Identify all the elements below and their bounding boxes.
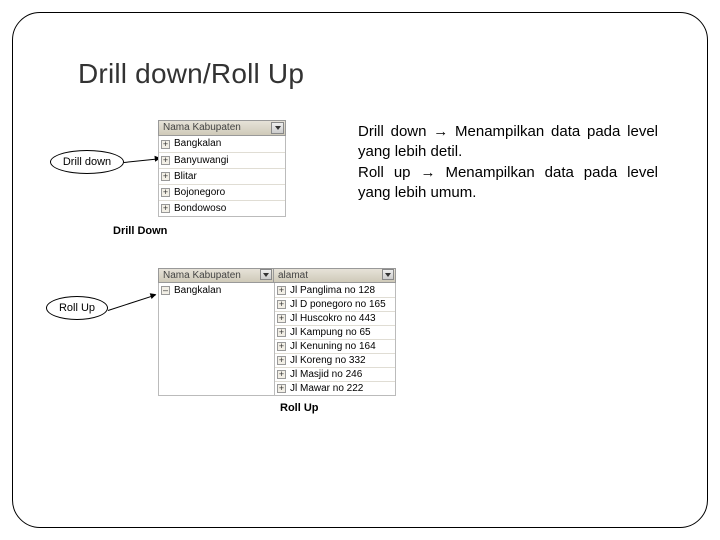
table-row[interactable]: + Bojonegoro — [159, 184, 285, 200]
table-row[interactable]: + Jl Kenuning no 164 — [275, 339, 395, 353]
cell-value: Blitar — [174, 172, 197, 182]
table-row[interactable]: + Jl Panglima no 128 — [275, 283, 395, 297]
table-row[interactable]: + Bondowoso — [159, 200, 285, 216]
cell-value: Jl D ponegoro no 165 — [290, 299, 386, 310]
plus-icon[interactable]: + — [161, 140, 170, 149]
cell-value: Jl Kenuning no 164 — [290, 341, 376, 352]
plus-icon[interactable]: + — [277, 342, 286, 351]
page-title: Drill down/Roll Up — [78, 58, 304, 90]
table-row[interactable]: + Banyuwangi — [159, 152, 285, 168]
plus-icon[interactable]: + — [277, 356, 286, 365]
callout-rollup: Roll Up — [46, 296, 108, 320]
caption-drilldown: Drill Down — [113, 225, 167, 237]
table-rollup-header-2: alamat — [274, 268, 396, 283]
callout-rollup-label: Roll Up — [59, 302, 95, 314]
table-row[interactable]: – Bangkalan — [159, 283, 274, 297]
plus-icon[interactable]: + — [277, 286, 286, 295]
table-rollup-header-1: Nama Kabupaten — [158, 268, 274, 283]
cell-value: Jl Masjid no 246 — [290, 369, 362, 380]
cell-value: Bangkalan — [174, 139, 221, 149]
table-row[interactable]: + Jl D ponegoro no 165 — [275, 297, 395, 311]
table-rollup: Nama Kabupaten alamat – Bangkalan + Jl P… — [158, 268, 396, 396]
cell-value: Jl Huscokro no 443 — [290, 313, 376, 324]
body-text: Drill down → Menampilkan data pada level… — [358, 122, 658, 203]
dropdown-icon[interactable] — [382, 269, 394, 280]
plus-icon[interactable]: + — [277, 328, 286, 337]
table-drilldown-header: Nama Kabupaten — [158, 120, 286, 136]
callout-drilldown-label: Drill down — [63, 156, 111, 168]
plus-icon[interactable]: + — [277, 314, 286, 323]
cell-value: Jl Panglima no 128 — [290, 285, 375, 296]
table-row[interactable]: + Jl Mawar no 222 — [275, 381, 395, 395]
plus-icon[interactable]: + — [277, 300, 286, 309]
plus-icon[interactable]: + — [161, 156, 170, 165]
dropdown-icon[interactable] — [260, 269, 272, 280]
header-label: Nama Kabupaten — [163, 270, 241, 281]
table-rollup-body: – Bangkalan + Jl Panglima no 128 + Jl D … — [158, 283, 396, 396]
minus-icon[interactable]: – — [161, 286, 170, 295]
table-row[interactable]: + Jl Kampung no 65 — [275, 325, 395, 339]
plus-icon[interactable]: + — [277, 370, 286, 379]
plus-icon[interactable]: + — [161, 204, 170, 213]
table-rollup-col1: – Bangkalan — [158, 283, 274, 396]
callout-drilldown: Drill down — [50, 150, 124, 174]
cell-value: Bondowoso — [174, 204, 226, 214]
table-row[interactable]: + Jl Koreng no 332 — [275, 353, 395, 367]
table-row[interactable]: + Bangkalan — [159, 136, 285, 152]
table-drilldown-body: + Bangkalan + Banyuwangi + Blitar + Bojo… — [158, 136, 286, 217]
cell-value: Jl Koreng no 332 — [290, 355, 366, 366]
header-label: alamat — [278, 270, 308, 281]
table-rollup-col2: + Jl Panglima no 128 + Jl D ponegoro no … — [274, 283, 396, 396]
plus-icon[interactable]: + — [161, 172, 170, 181]
cell-value: Jl Kampung no 65 — [290, 327, 371, 338]
table-row[interactable]: + Jl Masjid no 246 — [275, 367, 395, 381]
cell-value: Bojonegoro — [174, 188, 225, 198]
col1-empty-area — [159, 297, 274, 395]
caption-rollup: Roll Up — [280, 402, 319, 414]
cell-value: Jl Mawar no 222 — [290, 383, 363, 394]
body-line-2: Roll up → Menampilkan data pada level ya… — [358, 164, 658, 201]
table-row[interactable]: + Blitar — [159, 168, 285, 184]
plus-icon[interactable]: + — [277, 384, 286, 393]
body-line-1: Drill down → Menampilkan data pada level… — [358, 123, 658, 160]
table-row[interactable]: + Jl Huscokro no 443 — [275, 311, 395, 325]
table-drilldown: Nama Kabupaten + Bangkalan + Banyuwangi … — [158, 120, 286, 217]
cell-value: Banyuwangi — [174, 156, 228, 166]
table-rollup-header: Nama Kabupaten alamat — [158, 268, 396, 283]
dropdown-icon[interactable] — [271, 122, 284, 134]
plus-icon[interactable]: + — [161, 188, 170, 197]
table-drilldown-header-label: Nama Kabupaten — [163, 123, 241, 133]
cell-value: Bangkalan — [174, 285, 221, 296]
